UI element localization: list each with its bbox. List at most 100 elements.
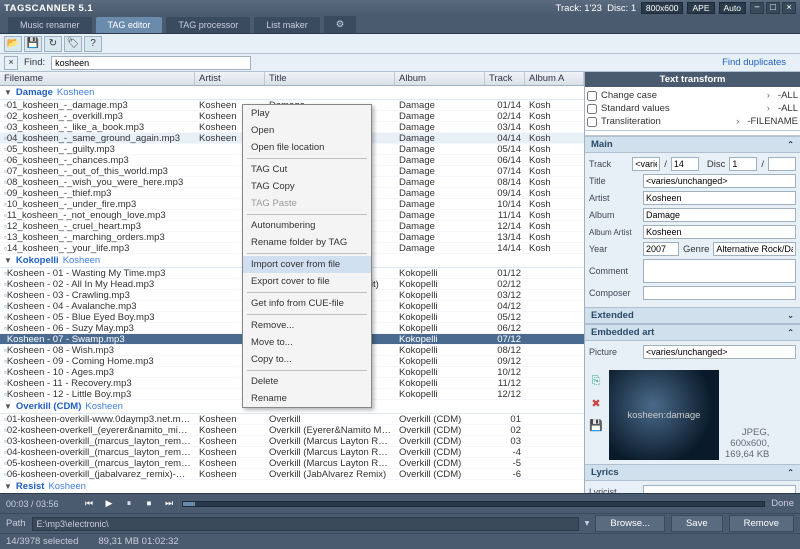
table-row[interactable]: ▫01-kosheen-overkill-www.0daymp3.net.mp3… — [0, 414, 584, 425]
tab-tag-editor[interactable]: TAG editor — [96, 17, 163, 33]
file-icon: ▫ — [4, 269, 7, 278]
col-albumart[interactable]: Album A — [525, 72, 584, 85]
file-icon: ▫ — [4, 346, 7, 355]
save-button[interactable]: Save — [671, 515, 723, 532]
menu-item[interactable]: Copy to... — [243, 351, 371, 368]
composer-input[interactable] — [643, 286, 796, 300]
table-row[interactable]: ▫02-kosheen-overkell_(eyerer&namito_mix)… — [0, 425, 584, 436]
file-icon: ▫ — [4, 302, 7, 311]
close-button[interactable]: × — [782, 2, 796, 14]
col-filename[interactable]: Filename — [0, 72, 195, 85]
menu-item[interactable]: Import cover from file — [243, 256, 371, 273]
section-main[interactable]: Main⌃ — [585, 136, 800, 153]
menu-item[interactable]: Autonumbering — [243, 217, 371, 234]
progress-bar[interactable] — [182, 501, 765, 507]
total-size: 89,31 MB 01:02:32 — [98, 536, 178, 547]
menu-item[interactable]: Remove... — [243, 317, 371, 334]
menu-item[interactable]: TAG Cut — [243, 161, 371, 178]
find-duplicates-link[interactable]: Find duplicates — [722, 57, 786, 68]
menu-item[interactable]: Rename — [243, 390, 371, 407]
tool-refresh-icon[interactable]: ↻ — [44, 36, 62, 52]
tool-help-icon[interactable]: ? — [84, 36, 102, 52]
year-input[interactable] — [643, 242, 679, 256]
menu-item[interactable]: TAG Copy — [243, 178, 371, 195]
context-menu: PlayOpenOpen file location TAG CutTAG Cop… — [242, 104, 372, 408]
player-bar: 00:03 / 03:56 ⏮ ▶ ⏸ ⏹ ⏭ Done — [0, 493, 800, 513]
opt-standard-check[interactable] — [587, 104, 597, 114]
opt-translit-check[interactable] — [587, 117, 597, 127]
col-track[interactable]: Track — [485, 72, 525, 85]
menu-item[interactable]: Export cover to file — [243, 273, 371, 290]
file-icon: ▫ — [4, 448, 7, 457]
menu-item[interactable]: Open file location — [243, 139, 371, 156]
comment-input[interactable] — [643, 259, 796, 283]
albumartist-input[interactable] — [643, 225, 796, 239]
group-header[interactable]: ▼ Resist Kosheen — [0, 480, 584, 493]
section-lyrics[interactable]: Lyrics⌃ — [585, 464, 800, 481]
group-header[interactable]: ▼ Damage Kosheen — [0, 86, 584, 100]
menu-item[interactable]: Play — [243, 105, 371, 122]
copy-art-icon[interactable]: ⎘ — [589, 374, 603, 388]
path-input[interactable] — [32, 517, 579, 531]
tab-tag-processor[interactable]: TAG processor — [166, 17, 250, 33]
tool-open-icon[interactable]: 📂 — [4, 36, 22, 52]
menu-item[interactable]: Move to... — [243, 334, 371, 351]
chevron-up-icon: ⌃ — [787, 140, 794, 149]
save-art-icon[interactable]: 💾 — [589, 418, 603, 432]
disctotal-input[interactable] — [768, 157, 796, 171]
play-button[interactable]: ▶ — [102, 497, 116, 511]
stop-button[interactable]: ⏹ — [142, 497, 156, 511]
tracktotal-input[interactable] — [671, 157, 699, 171]
prev-button[interactable]: ⏮ — [82, 497, 96, 511]
track-input[interactable] — [632, 157, 660, 171]
album-input[interactable] — [643, 208, 796, 222]
disc-info: Disc: 1 — [607, 3, 636, 14]
format-badge[interactable]: APE — [687, 2, 714, 14]
minimize-button[interactable]: − — [750, 2, 764, 14]
delete-art-icon[interactable]: ✖ — [589, 396, 603, 410]
col-artist[interactable]: Artist — [195, 72, 265, 85]
remove-button[interactable]: Remove — [729, 515, 794, 532]
menu-item[interactable]: Delete — [243, 373, 371, 390]
column-headers: Filename Artist Title Album Track Album … — [0, 72, 584, 86]
maximize-button[interactable]: □ — [766, 2, 780, 14]
find-input[interactable] — [51, 56, 251, 70]
menu-item[interactable]: Rename folder by TAG — [243, 234, 371, 251]
statusbar: 14/3978 selected 89,31 MB 01:02:32 — [0, 533, 800, 549]
col-album[interactable]: Album — [395, 72, 485, 85]
album-art-thumbnail[interactable]: kosheen:damage — [609, 370, 719, 460]
file-icon: ▫ — [4, 368, 7, 377]
section-embedded-art[interactable]: Embedded art⌃ — [585, 324, 800, 341]
lyricist-input[interactable] — [643, 485, 796, 493]
file-icon: ▫ — [4, 244, 7, 253]
section-extended[interactable]: Extended⌄ — [585, 307, 800, 324]
file-icon: ▫ — [4, 134, 7, 143]
disc-input[interactable] — [729, 157, 757, 171]
menu-item[interactable]: Open — [243, 122, 371, 139]
next-button[interactable]: ⏭ — [162, 497, 176, 511]
table-row[interactable]: ▫03-kosheen-overkill_(marcus_layton_remi… — [0, 436, 584, 447]
pause-button[interactable]: ⏸ — [122, 497, 136, 511]
file-icon: ▫ — [4, 415, 7, 424]
col-title[interactable]: Title — [265, 72, 395, 85]
tab-list-maker[interactable]: List maker — [254, 17, 320, 33]
find-close-button[interactable]: × — [4, 56, 18, 70]
auto-badge[interactable]: Auto — [719, 2, 747, 14]
artist-input[interactable] — [643, 191, 796, 205]
browse-button[interactable]: Browse... — [595, 515, 665, 532]
selection-count: 14/3978 selected — [6, 536, 78, 547]
settings-tab[interactable]: ⚙ — [324, 16, 357, 33]
picture-input[interactable] — [643, 345, 796, 359]
resolution-badge[interactable]: 800x600 — [641, 2, 684, 14]
title-input[interactable] — [643, 174, 796, 188]
tool-tag-icon[interactable]: 🏷 — [64, 36, 82, 52]
table-row[interactable]: ▫04-kosheen-overkill_(marcus_layton_remi… — [0, 447, 584, 458]
table-row[interactable]: ▫05-kosheen-overkill_(marcus_layton_remi… — [0, 458, 584, 469]
table-row[interactable]: ▫06-kosheen-overkill_(jabalvarez_remix)-… — [0, 469, 584, 480]
tool-save-icon[interactable]: 💾 — [24, 36, 42, 52]
menu-item[interactable]: Get info from CUE-file — [243, 295, 371, 312]
tab-music-renamer[interactable]: Music renamer — [8, 17, 92, 33]
opt-changecase-check[interactable] — [587, 91, 597, 101]
path-dropdown-icon[interactable]: ▾ — [585, 518, 590, 529]
genre-input[interactable] — [713, 242, 796, 256]
